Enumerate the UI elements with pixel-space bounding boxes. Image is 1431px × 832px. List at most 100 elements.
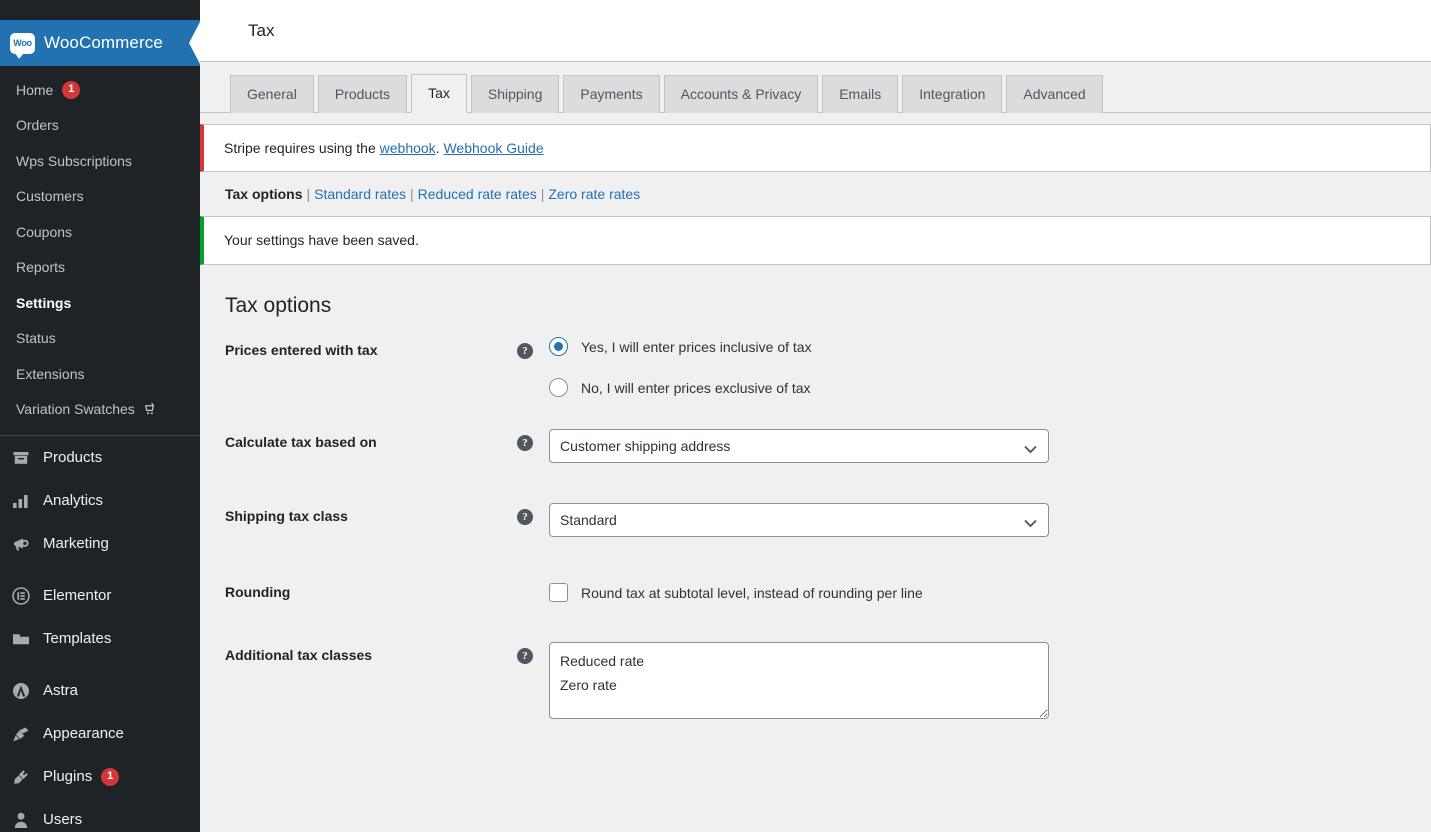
sidebar-item-label: Analytics (43, 492, 104, 509)
field-row-shipping-tax-class: Shipping tax class ? Shipping tax class … (225, 503, 1431, 538)
sidebar-item-home[interactable]: Home 1 (0, 72, 200, 108)
sidebar-item-plugins[interactable]: Plugins 1 (0, 755, 200, 798)
sidebar-item-label: Coupons (16, 223, 73, 240)
radio-option-exclusive[interactable]: No, I will enter prices exclusive of tax (549, 378, 812, 398)
tab-tax[interactable]: Tax (411, 73, 467, 113)
subnav-separator: | (306, 186, 311, 203)
sidebar-item-label: Home (16, 81, 54, 98)
radio-option-label: Yes, I will enter prices inclusive of ta… (581, 338, 812, 355)
tab-advanced[interactable]: Advanced (1006, 74, 1103, 113)
settings-content: Stripe requires using the webhook. Webho… (200, 124, 1431, 720)
sidebar-item-wps-subscriptions[interactable]: Wps Subscriptions (0, 143, 200, 179)
sidebar-item-astra[interactable]: Astra (0, 669, 200, 712)
stripe-webhook-notice: Stripe requires using the webhook. Webho… (200, 124, 1431, 173)
home-count-badge: 1 (62, 80, 81, 99)
tab-general[interactable]: General (230, 74, 314, 113)
sidebar-item-variation-swatches[interactable]: Variation Swatches (0, 392, 200, 428)
plugins-icon (10, 766, 32, 788)
admin-page: Woo WooCommerce Home 1 Orders Wps Subscr… (0, 0, 1431, 832)
sidebar-item-marketing[interactable]: Marketing (0, 522, 200, 565)
woocommerce-logo-icon: Woo (10, 32, 35, 59)
help-icon[interactable]: ? (517, 435, 533, 452)
subnav-link-reduced-rate-rates[interactable]: Reduced rate rates (418, 186, 537, 202)
section-title-tax-options: Tax options (225, 293, 332, 317)
sidebar-item-label: Astra (43, 682, 79, 699)
tab-emails[interactable]: Emails (822, 74, 899, 113)
sidebar-item-label: Reports (16, 259, 66, 276)
sidebar-item-label: Appearance (43, 725, 124, 742)
tab-accounts-privacy[interactable]: Accounts & Privacy (663, 74, 819, 113)
stripe-notice-text-before: Stripe requires using the (224, 140, 380, 156)
field-row-additional-tax-classes: Additional tax classes ? (225, 642, 1431, 720)
sidebar-item-reports[interactable]: Reports (0, 250, 200, 286)
help-icon[interactable]: ? (517, 343, 533, 360)
sidebar-item-analytics[interactable]: Analytics (0, 479, 200, 522)
elementor-icon (10, 585, 32, 607)
sidebar-item-label: Plugins (43, 768, 93, 785)
page-title: Tax (248, 20, 275, 40)
checkbox-rounding-icon[interactable] (549, 583, 568, 603)
radio-exclusive-icon[interactable] (549, 378, 568, 398)
plugins-count-badge: 1 (101, 767, 120, 786)
tab-shipping[interactable]: Shipping (470, 74, 560, 113)
tab-products[interactable]: Products (317, 74, 408, 113)
sidebar-item-customers[interactable]: Customers (0, 179, 200, 215)
field-row-prices-entered-with-tax: Prices entered with tax ? Yes, I will en… (225, 337, 1431, 419)
field-label-calculate-tax-based-on: Calculate tax based on (225, 434, 377, 451)
field-label-shipping-tax-class: Shipping tax class (225, 508, 348, 525)
products-icon (10, 447, 32, 469)
sidebar-item-label: Status (16, 330, 56, 347)
sidebar-item-settings[interactable]: Settings (0, 285, 200, 321)
analytics-icon (10, 490, 32, 512)
radio-group-prices-entered-with-tax: Yes, I will enter prices inclusive of ta… (549, 337, 812, 419)
textarea-additional-tax-classes[interactable] (549, 642, 1049, 720)
woocommerce-submenu: Home 1 Orders Wps Subscriptions Customer… (0, 66, 200, 435)
checkbox-rounding[interactable]: Round tax at subtotal level, instead of … (549, 579, 923, 603)
admin-sidebar: Woo WooCommerce Home 1 Orders Wps Subscr… (0, 0, 200, 832)
sidebar-item-products[interactable]: Products (0, 436, 200, 479)
radio-inclusive-icon[interactable] (549, 337, 568, 357)
help-icon[interactable]: ? (517, 509, 533, 526)
sidebar-item-label: Templates (43, 630, 112, 647)
sidebar-item-label: Users (43, 811, 83, 828)
woocommerce-logo-text: Woo (13, 37, 32, 48)
tab-integration[interactable]: Integration (902, 74, 1003, 113)
sidebar-item-label: Wps Subscriptions (16, 152, 132, 169)
sidebar-item-label: Products (43, 449, 103, 466)
menu-gap (0, 660, 200, 669)
woocommerce-brand-banner[interactable]: Woo WooCommerce (0, 20, 200, 66)
checkbox-rounding-label: Round tax at subtotal level, instead of … (581, 584, 923, 601)
sidebar-item-elementor[interactable]: Elementor (0, 574, 200, 617)
sidebar-item-users[interactable]: Users (0, 798, 200, 832)
sidebar-item-label: Elementor (43, 587, 112, 604)
tab-payments[interactable]: Payments (563, 74, 660, 113)
sidebar-item-label: Marketing (43, 535, 109, 552)
astra-icon (10, 680, 32, 702)
subnav-link-zero-rate-rates[interactable]: Zero rate rates (548, 186, 640, 202)
appearance-icon (10, 723, 32, 745)
sidebar-item-orders[interactable]: Orders (0, 108, 200, 144)
menu-gap (0, 565, 200, 574)
sidebar-active-arrow-icon (189, 20, 200, 66)
sidebar-item-appearance[interactable]: Appearance (0, 712, 200, 755)
sidebar-top-spacer (0, 0, 200, 20)
select-calculate-tax-based-on[interactable]: Customer shipping address Customer billi… (549, 429, 1049, 464)
webhook-guide-link[interactable]: Webhook Guide (443, 140, 543, 156)
select-shipping-tax-class[interactable]: Shipping tax class based on cart items S… (549, 503, 1049, 538)
sidebar-item-coupons[interactable]: Coupons (0, 214, 200, 250)
sidebar-item-label: Extensions (16, 365, 85, 382)
templates-icon (10, 628, 32, 650)
sidebar-item-extensions[interactable]: Extensions (0, 356, 200, 392)
help-icon[interactable]: ? (517, 648, 533, 665)
radio-option-inclusive[interactable]: Yes, I will enter prices inclusive of ta… (549, 337, 812, 357)
webhook-link[interactable]: webhook (380, 140, 436, 156)
field-label-additional-tax-classes: Additional tax classes (225, 647, 373, 664)
subnav-current-tax-options: Tax options (225, 186, 303, 203)
sidebar-item-templates[interactable]: Templates (0, 617, 200, 660)
settings-saved-notice: Your settings have been saved. (200, 216, 1431, 265)
sidebar-item-label: Customers (16, 188, 84, 205)
subnav-link-standard-rates[interactable]: Standard rates (314, 186, 406, 202)
subnav-separator: | (410, 186, 414, 203)
sidebar-item-status[interactable]: Status (0, 321, 200, 357)
users-icon (10, 809, 32, 831)
